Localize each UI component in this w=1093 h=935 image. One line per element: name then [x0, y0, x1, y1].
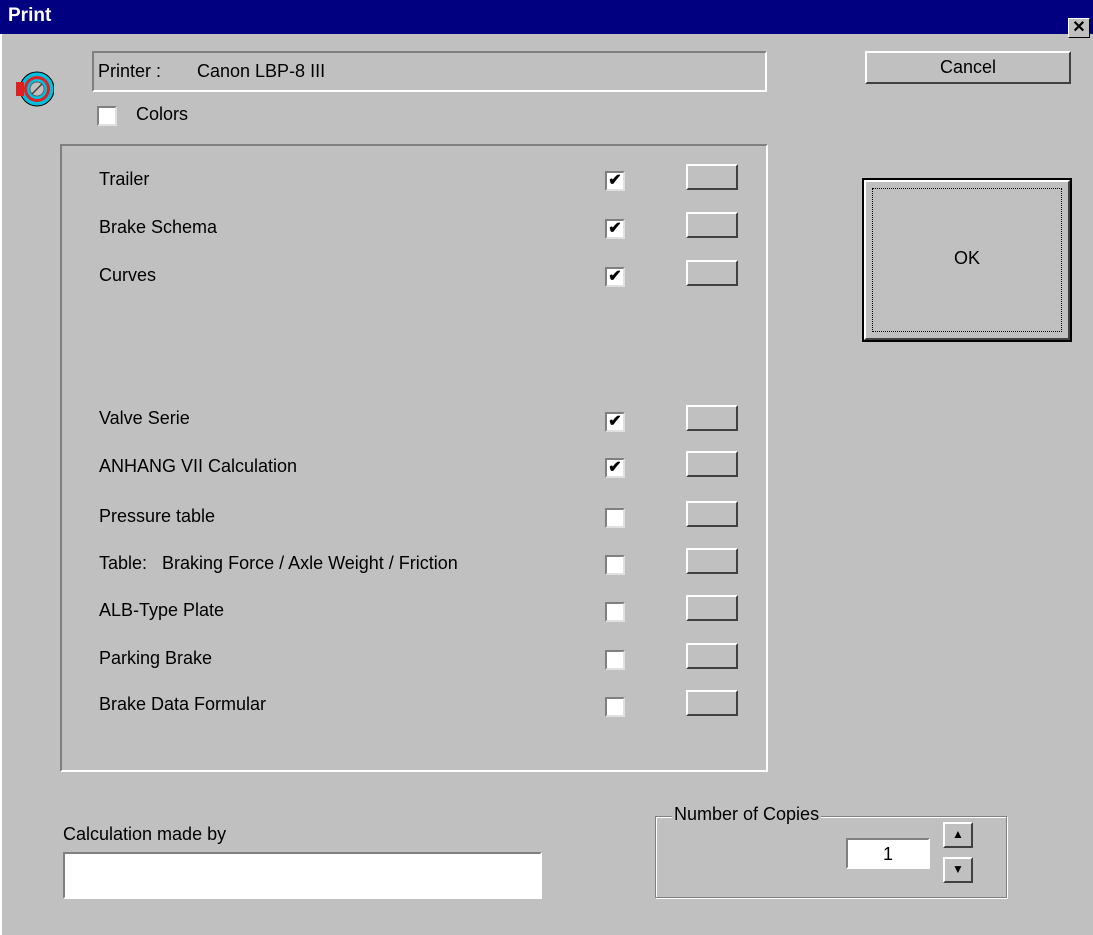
printer-label: Printer :	[98, 61, 162, 81]
check-icon: ✔	[608, 268, 622, 285]
item-options-button-braking-force-table[interactable]	[686, 548, 738, 574]
cancel-label: Cancel	[939, 57, 997, 77]
item-label-pressure-table: Pressure table	[99, 506, 216, 526]
arrow-down-icon: ▼	[952, 862, 964, 876]
copies-value: 1	[882, 844, 893, 864]
target-icon	[14, 66, 55, 112]
title-bar: Print	[0, 0, 1093, 34]
item-checkbox-curves[interactable]: ✔	[605, 267, 625, 287]
item-label-brake-data-formular: Brake Data Formular	[99, 694, 267, 714]
item-checkbox-anhang-vii[interactable]: ✔	[605, 458, 625, 478]
cancel-button[interactable]: Cancel	[865, 51, 1071, 84]
printer-field: Printer : Canon LBP-8 III	[92, 51, 767, 92]
item-label-parking-brake: Parking Brake	[99, 648, 213, 668]
copies-up-button[interactable]: ▲	[943, 822, 973, 848]
item-options-button-brake-schema[interactable]	[686, 212, 738, 238]
item-checkbox-valve-serie[interactable]: ✔	[605, 412, 625, 432]
item-label-curves: Curves	[99, 265, 157, 285]
item-options-button-anhang-vii[interactable]	[686, 451, 738, 477]
item-label-brake-schema: Brake Schema	[99, 217, 218, 237]
copies-label: Number of Copies	[672, 804, 822, 825]
ok-label: OK	[953, 248, 980, 268]
calculation-input[interactable]	[63, 852, 542, 899]
item-label-anhang-vii: ANHANG VII Calculation	[99, 456, 298, 476]
item-options-button-pressure-table[interactable]	[686, 501, 738, 527]
colors-checkbox[interactable]	[97, 106, 117, 126]
item-checkbox-alb-type-plate[interactable]	[605, 602, 625, 622]
item-checkbox-brake-data-formular[interactable]	[605, 697, 625, 717]
check-icon: ✔	[608, 220, 622, 237]
item-label-alb-type-plate: ALB-Type Plate	[99, 600, 225, 620]
item-options-button-brake-data-formular[interactable]	[686, 690, 738, 716]
item-checkbox-trailer[interactable]: ✔	[605, 171, 625, 191]
ok-button[interactable]: OK	[862, 178, 1072, 342]
window-title: Print	[8, 5, 52, 26]
check-icon: ✔	[608, 459, 622, 476]
copies-input[interactable]: 1	[846, 838, 930, 869]
item-options-button-trailer[interactable]	[686, 164, 738, 190]
calculation-label: Calculation made by	[63, 824, 227, 844]
item-checkbox-brake-schema[interactable]: ✔	[605, 219, 625, 239]
item-label-trailer: Trailer	[99, 169, 150, 189]
copies-down-button[interactable]: ▼	[943, 857, 973, 883]
window-edge	[0, 34, 2, 935]
item-checkbox-braking-force-table[interactable]	[605, 555, 625, 575]
item-options-button-curves[interactable]	[686, 260, 738, 286]
printer-name: Canon LBP-8 III	[197, 61, 326, 81]
item-label-braking-force-table: Table: Braking Force / Axle Weight / Fri…	[99, 553, 458, 573]
check-icon: ✔	[608, 172, 622, 189]
close-button[interactable]: ✕	[1068, 18, 1090, 38]
check-icon: ✔	[608, 413, 622, 430]
item-options-button-valve-serie[interactable]	[686, 405, 738, 431]
item-options-button-alb-type-plate[interactable]	[686, 595, 738, 621]
close-icon: ✕	[1072, 19, 1086, 36]
item-label-valve-serie: Valve Serie	[99, 408, 190, 428]
item-checkbox-parking-brake[interactable]	[605, 650, 625, 670]
item-options-button-parking-brake[interactable]	[686, 643, 738, 669]
arrow-up-icon: ▲	[952, 827, 964, 841]
colors-label: Colors	[136, 104, 189, 124]
item-checkbox-pressure-table[interactable]	[605, 508, 625, 528]
